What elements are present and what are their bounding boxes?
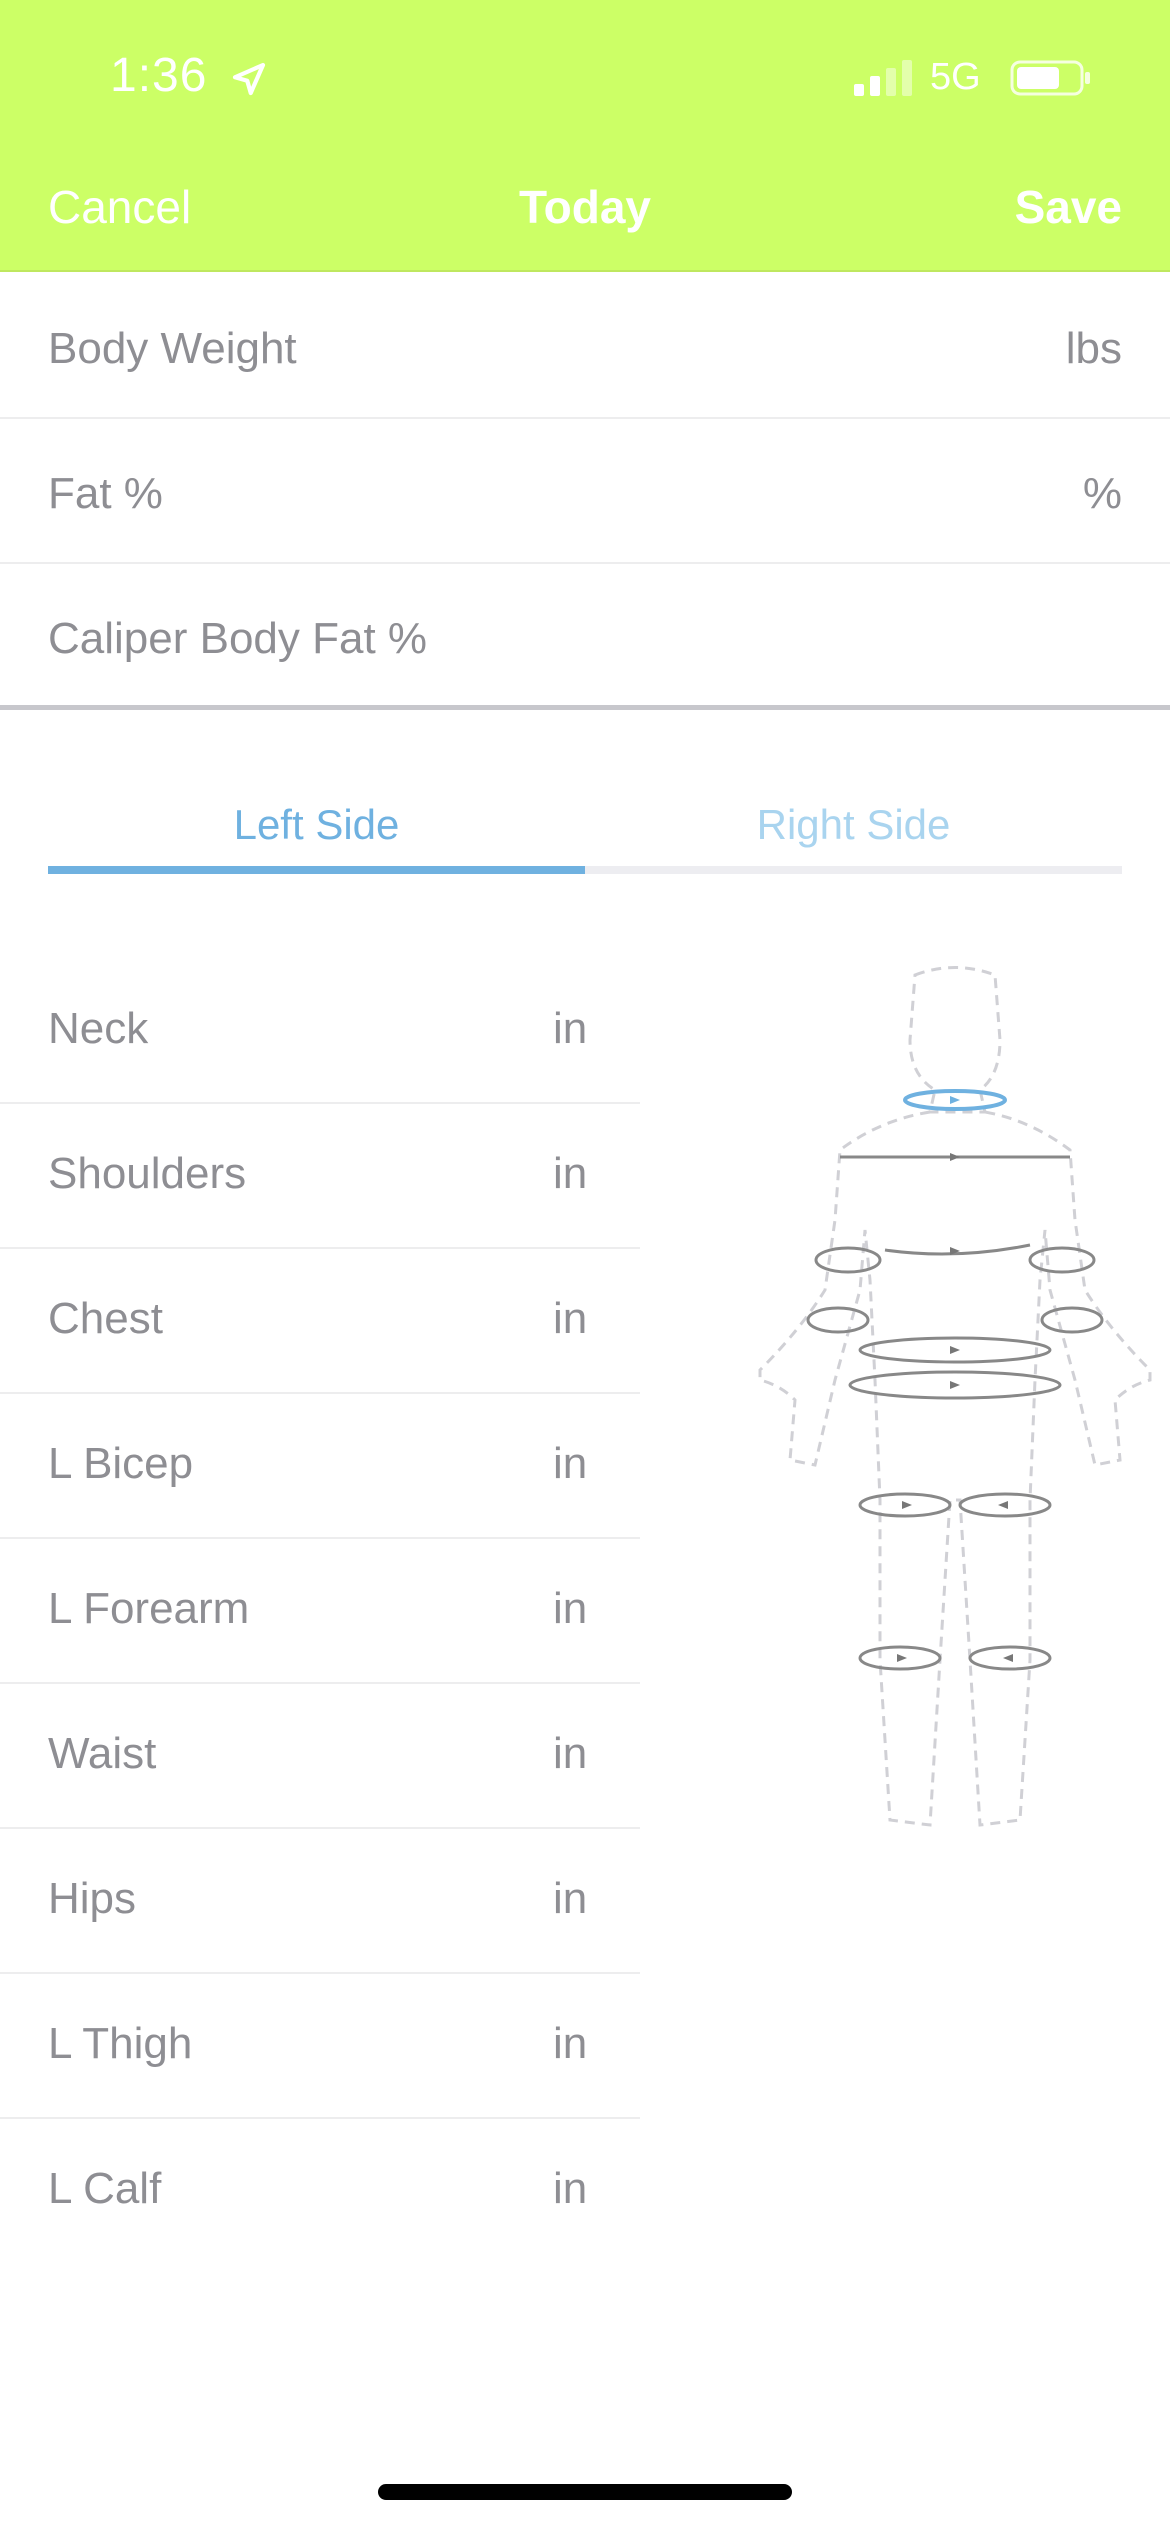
tab-right-side[interactable]: Right Side [585,790,1122,874]
measurement-label: Chest [48,1294,163,1343]
field-label: Body Weight [48,324,297,373]
measurement-unit: in [553,1439,588,1488]
measurement-unit: in [553,1874,588,1923]
body-weight-field[interactable]: Body Weight lbs [0,274,1170,419]
measurement-label: L Forearm [48,1584,250,1633]
measurement-label: L Thigh [48,2019,193,2068]
measurement-row-l-bicep[interactable]: L Bicep in [0,1394,640,1539]
cell-signal-icon [854,60,912,96]
measurement-row-hips[interactable]: Hips in [0,1829,640,1974]
measurement-label: Hips [48,1874,137,1923]
header-bar: 1:36 5G Cancel Today Save [0,0,1170,272]
measurement-unit: in [553,1729,588,1778]
measurement-unit: in [553,2019,588,2068]
measurement-row-shoulders[interactable]: Shoulders in [0,1104,640,1249]
measurement-unit: in [553,1294,588,1343]
battery-icon [1010,60,1090,96]
field-label: Caliper Body Fat % [48,614,428,663]
measurement-label: Neck [48,1004,149,1053]
measurement-label: L Calf [48,2164,162,2213]
location-arrow-icon [232,62,266,96]
home-indicator[interactable] [378,2484,792,2500]
field-label: Fat % [48,469,163,518]
side-tabs: Left Side Right Side [48,790,1122,874]
network-label: 5G [930,56,981,98]
measurement-unit: in [553,1004,588,1053]
measurement-row-l-forearm[interactable]: L Forearm in [0,1539,640,1684]
measurement-label: Shoulders [48,1149,247,1198]
section-divider [0,705,1170,710]
page-title: Today [518,181,652,233]
measurement-row-chest[interactable]: Chest in [0,1249,640,1394]
measurement-row-l-thigh[interactable]: L Thigh in [0,1974,640,2119]
fat-percent-field[interactable]: Fat % % [0,419,1170,564]
measurement-label: L Bicep [48,1439,194,1488]
field-unit: lbs [1065,324,1122,373]
caliper-body-fat-field[interactable]: Caliper Body Fat % [0,564,1170,709]
body-measurement-diagram [758,966,1152,1827]
tab-left-side[interactable]: Left Side [48,790,585,874]
measurement-row-waist[interactable]: Waist in [0,1684,640,1829]
measurement-row-neck[interactable]: Neck in [0,959,640,1104]
field-unit: % [1082,469,1122,518]
save-button[interactable]: Save [1015,180,1122,234]
measurement-unit: in [553,1149,588,1198]
measurement-unit: in [553,1584,588,1633]
measurement-unit: in [553,2164,588,2213]
status-time: 1:36 [110,49,208,102]
measurement-row-l-calf[interactable]: L Calf in [0,2119,640,2264]
measurement-label: Waist [48,1729,157,1778]
